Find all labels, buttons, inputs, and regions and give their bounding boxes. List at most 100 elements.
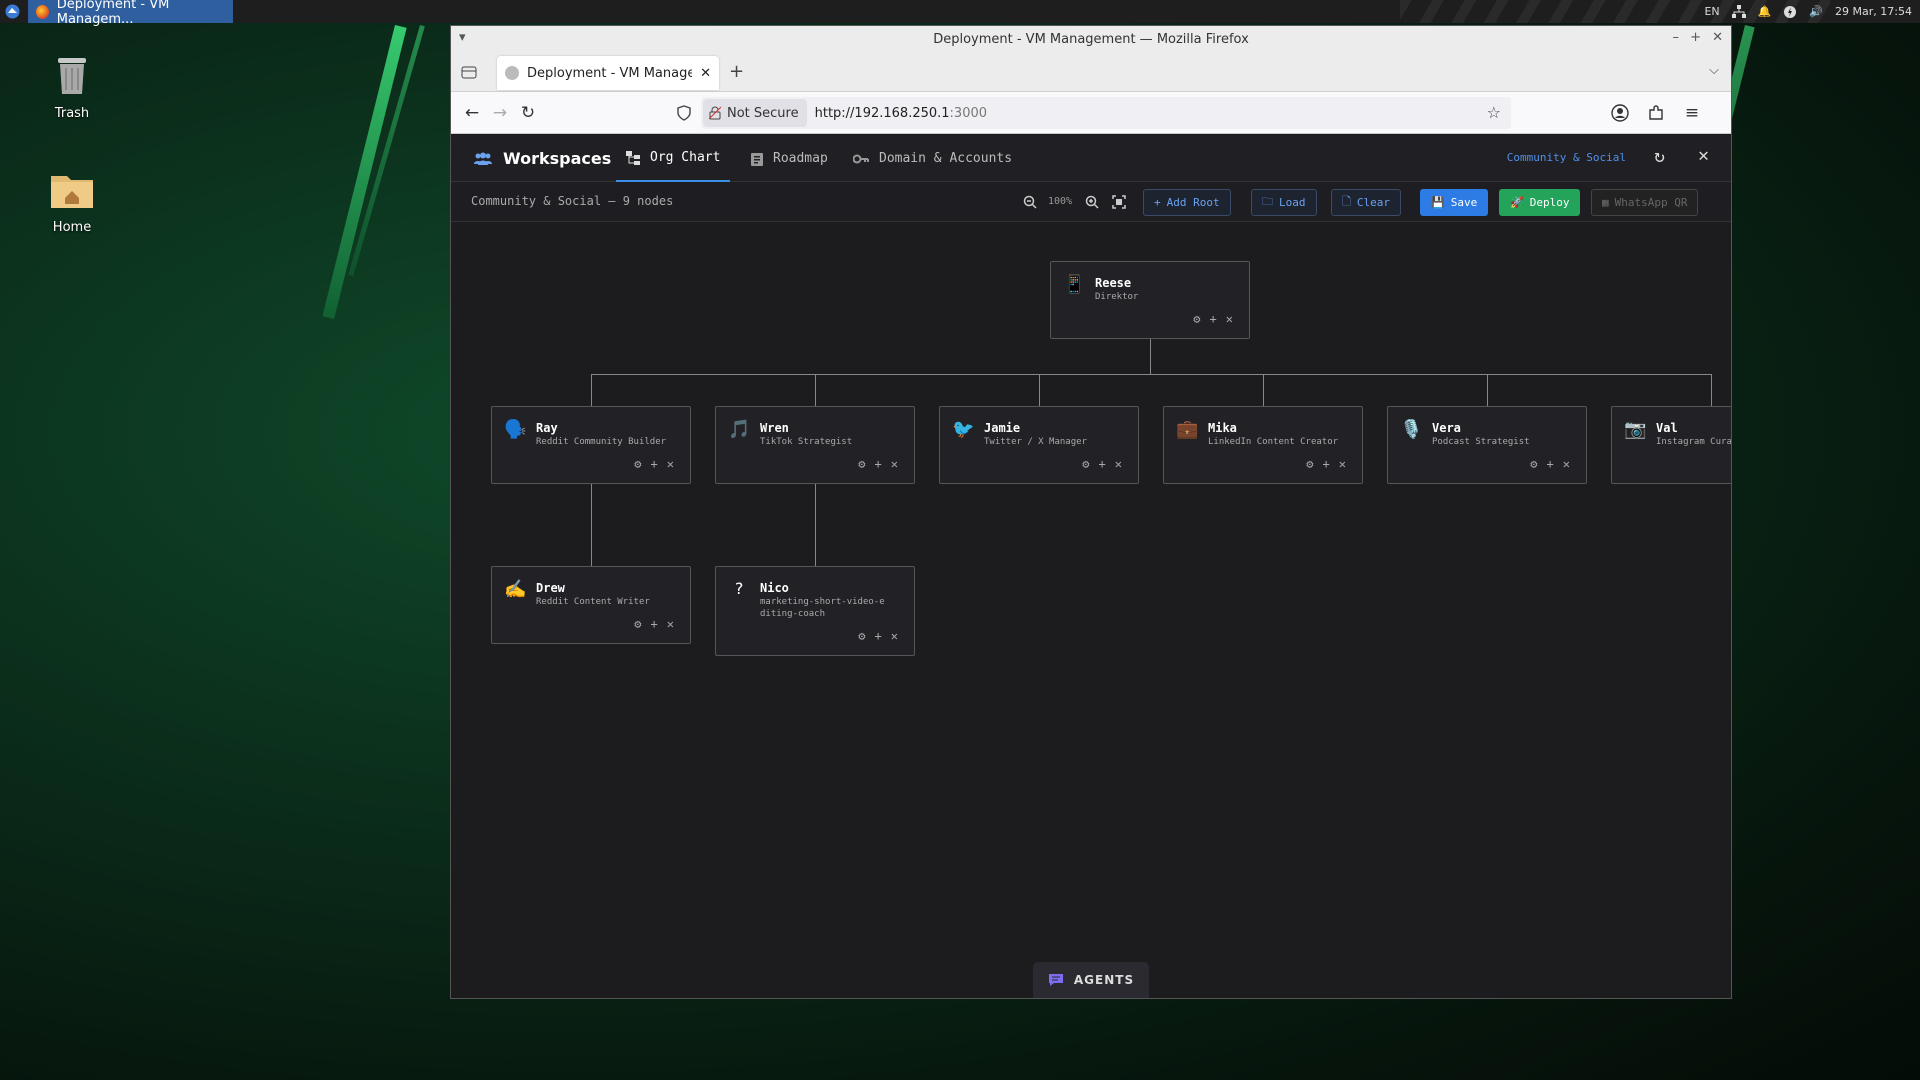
zoom-out-icon[interactable] (1023, 195, 1037, 209)
refresh-icon[interactable]: ↻ (1654, 146, 1665, 167)
node-delete-icon[interactable]: ✕ (1226, 312, 1233, 326)
chart-edge (815, 374, 816, 406)
close-icon[interactable]: ✕ (1698, 145, 1709, 166)
org-node-drew[interactable]: ✍️ Drew Reddit Content Writer ⚙ + ✕ (491, 566, 691, 644)
minimize-icon[interactable]: – (1673, 30, 1680, 45)
node-add-icon[interactable]: + (1099, 457, 1106, 471)
shield-icon[interactable] (677, 105, 691, 121)
node-add-icon[interactable]: + (875, 457, 882, 471)
tab-roadmap[interactable]: Roadmap (751, 135, 828, 182)
account-icon[interactable] (1611, 104, 1629, 122)
clock[interactable]: 29 Mar, 17:54 (1835, 5, 1912, 18)
node-add-icon[interactable]: + (1547, 457, 1554, 471)
tab-label: Org Chart (650, 150, 721, 165)
extensions-icon[interactable] (1647, 104, 1665, 122)
node-delete-icon[interactable]: ✕ (891, 629, 898, 643)
desktop-icon-trash[interactable]: Trash (27, 52, 117, 121)
start-menu-icon[interactable] (4, 3, 21, 20)
writing-hand-icon: ✍️ (504, 579, 527, 600)
browser-window: ▾ Deployment - VM Management — Mozilla F… (450, 25, 1732, 999)
org-node-vera[interactable]: 🎙️ Vera Podcast Strategist ⚙ + ✕ (1387, 406, 1587, 484)
node-delete-icon[interactable]: ✕ (1563, 457, 1570, 471)
forward-icon[interactable]: → (489, 102, 511, 124)
url-text[interactable]: http://192.168.250.1:3000 (815, 106, 987, 121)
node-role: marketing-short-video-editing-coach (760, 597, 885, 619)
org-node-ray[interactable]: 🗣️ Ray Reddit Community Builder ⚙ + ✕ (491, 406, 691, 484)
node-role: Instagram Curator (1656, 437, 1731, 447)
node-settings-icon[interactable]: ⚙ (1530, 457, 1537, 471)
node-settings-icon[interactable]: ⚙ (1193, 312, 1200, 326)
node-settings-icon[interactable]: ⚙ (634, 617, 641, 631)
clear-button[interactable]: 🗋 Clear (1331, 189, 1401, 216)
tab-domain-accounts[interactable]: Domain & Accounts (853, 135, 1012, 182)
node-settings-icon[interactable]: ⚙ (858, 629, 865, 643)
add-root-button[interactable]: + Add Root (1143, 189, 1231, 216)
chart-edge (591, 374, 592, 406)
taskbar-window-item[interactable]: Deployment - VM Managem... (28, 0, 233, 27)
trash-icon (58, 58, 86, 94)
node-add-icon[interactable]: + (651, 457, 658, 471)
org-node-wren[interactable]: 🎵 Wren TikTok Strategist ⚙ + ✕ (715, 406, 915, 484)
back-icon[interactable]: ← (461, 102, 483, 124)
node-delete-icon[interactable]: ✕ (1115, 457, 1122, 471)
zoom-in-icon[interactable] (1085, 195, 1099, 209)
node-add-icon[interactable]: + (875, 629, 882, 643)
node-delete-icon[interactable]: ✕ (667, 617, 674, 631)
node-delete-icon[interactable]: ✕ (891, 457, 898, 471)
tab-strip: Deployment - VM Management ✕ + ⌵ (451, 52, 1731, 92)
tab-manager-icon[interactable] (461, 64, 477, 80)
bookmark-star-icon[interactable]: ☆ (1487, 103, 1501, 122)
not-secure-indicator[interactable]: Not Secure (703, 99, 807, 127)
browser-tab[interactable]: Deployment - VM Management ✕ (497, 56, 719, 90)
node-name: Mika (1208, 421, 1237, 435)
org-node-nico[interactable]: ? Nico marketing-short-video-editing-coa… (715, 566, 915, 656)
music-note-icon: 🎵 (728, 419, 751, 440)
node-name: Val (1656, 421, 1678, 435)
window-close-icon[interactable]: ✕ (1712, 30, 1723, 45)
node-delete-icon[interactable]: ✕ (1339, 457, 1346, 471)
fit-screen-icon[interactable] (1112, 195, 1126, 209)
deploy-button[interactable]: 🚀 Deploy (1499, 189, 1581, 216)
node-role: Reddit Content Writer (536, 597, 650, 607)
node-delete-icon[interactable]: ✕ (667, 457, 674, 471)
node-settings-icon[interactable]: ⚙ (1306, 457, 1313, 471)
node-settings-icon[interactable]: ⚙ (858, 457, 865, 471)
camera-icon: 📷 (1624, 419, 1647, 440)
node-add-icon[interactable]: + (1323, 457, 1330, 471)
node-settings-icon[interactable]: ⚙ (634, 457, 641, 471)
org-node-val[interactable]: 📷 Val Instagram Curator ⚙+✕ (1611, 406, 1731, 484)
save-button[interactable]: 💾 Save (1420, 189, 1489, 216)
new-tab-icon[interactable]: + (729, 61, 744, 82)
url-port: :3000 (949, 105, 988, 121)
volume-icon[interactable]: 🔊 (1809, 5, 1823, 18)
clipboard-icon (751, 152, 763, 166)
notification-bell-icon[interactable]: 🔔 (1758, 5, 1772, 18)
list-tabs-icon[interactable]: ⌵ (1709, 63, 1719, 78)
node-name: Drew (536, 581, 565, 595)
agents-panel-toggle[interactable]: AGENTS (1033, 962, 1149, 998)
hamburger-menu-icon[interactable]: ≡ (1681, 102, 1703, 124)
desktop-icon-home[interactable]: Home (27, 170, 117, 235)
workspace-link[interactable]: Community & Social (1507, 151, 1626, 164)
power-icon[interactable] (1783, 5, 1797, 19)
brand[interactable]: Workspaces (473, 135, 611, 182)
url-bar[interactable]: Not Secure http://192.168.250.1:3000 ☆ (701, 97, 1511, 129)
tab-org-chart[interactable]: Org Chart (616, 135, 731, 182)
keyboard-layout[interactable]: EN (1704, 5, 1719, 18)
node-add-icon[interactable]: + (1210, 312, 1217, 326)
org-chart-icon (626, 150, 640, 165)
system-tray: EN 🔔 🔊 29 Mar, 17:54 (1704, 0, 1912, 23)
org-node-reese[interactable]: 📱 Reese Direktor ⚙ + ✕ (1050, 261, 1250, 339)
whatsapp-qr-button[interactable]: ▦ WhatsApp QR (1591, 189, 1699, 216)
org-node-jamie[interactable]: 🐦 Jamie Twitter / X Manager ⚙ + ✕ (939, 406, 1139, 484)
tab-close-icon[interactable]: ✕ (700, 66, 711, 81)
window-menu-icon[interactable]: ▾ (459, 30, 466, 45)
load-button[interactable]: 🗀 Load (1251, 189, 1317, 216)
node-add-icon[interactable]: + (651, 617, 658, 631)
network-icon[interactable] (1731, 4, 1746, 19)
reload-icon[interactable]: ↻ (517, 102, 539, 124)
org-node-mika[interactable]: 💼 Mika LinkedIn Content Creator ⚙ + ✕ (1163, 406, 1363, 484)
org-chart-canvas[interactable]: 📱 Reese Direktor ⚙ + ✕ 🗣️ Ray Reddit Commu… (451, 222, 1731, 998)
maximize-icon[interactable]: + (1690, 30, 1701, 45)
node-settings-icon[interactable]: ⚙ (1082, 457, 1089, 471)
